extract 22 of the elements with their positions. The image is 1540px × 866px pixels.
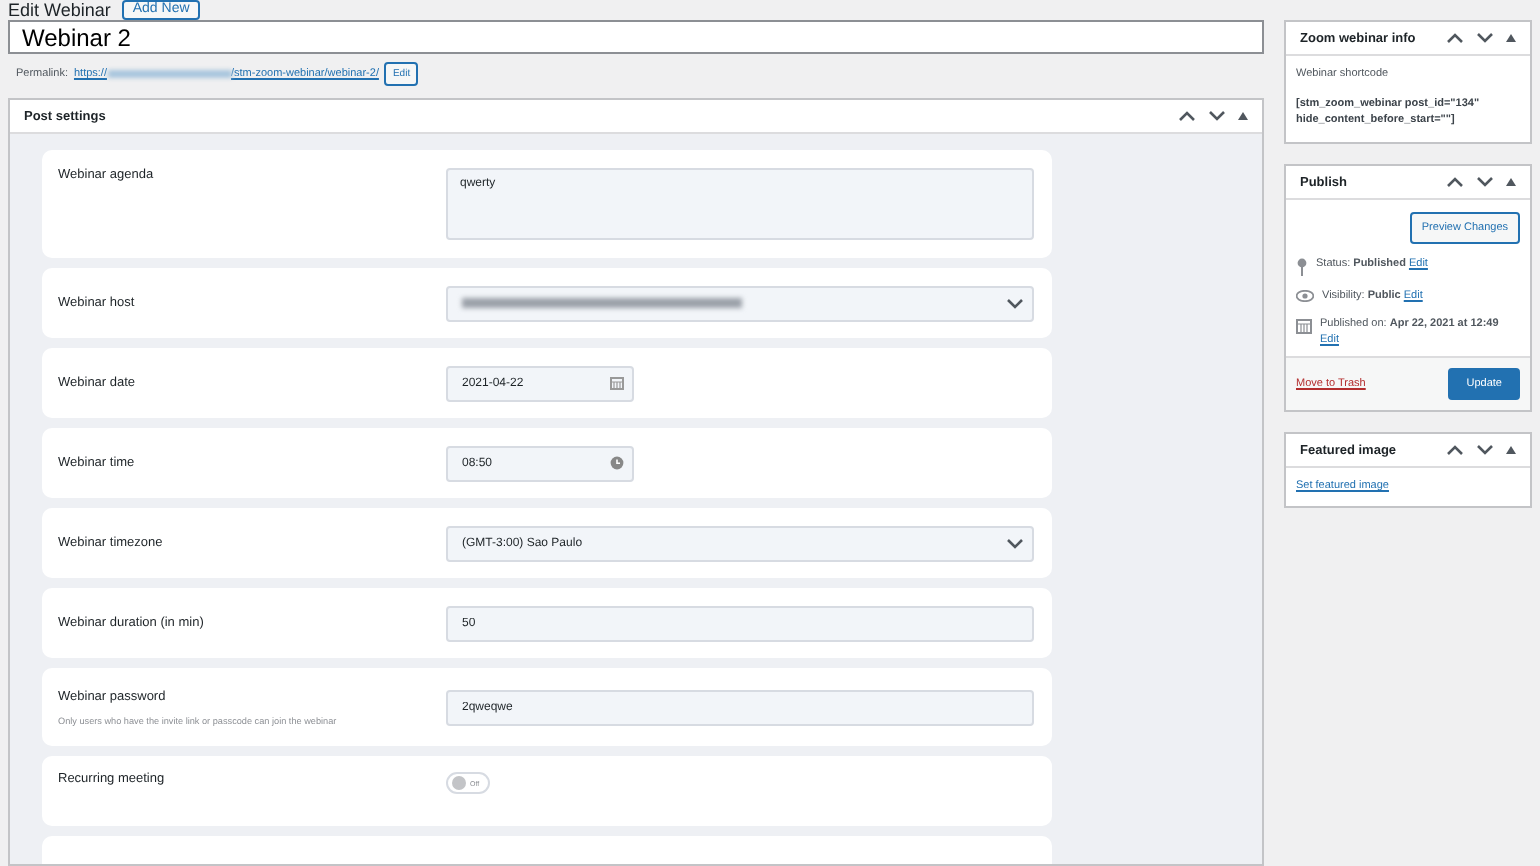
page-title: Edit Webinar — [8, 0, 111, 20]
chevron-up-icon — [1446, 444, 1464, 456]
triangle-up-icon — [1506, 34, 1516, 42]
calendar-icon — [1296, 318, 1312, 334]
chevron-down-icon — [1476, 176, 1494, 188]
chevron-down-icon — [1476, 444, 1494, 456]
triangle-up-icon — [1506, 446, 1516, 454]
chevron-up-icon — [1446, 32, 1464, 44]
title-field[interactable]: Webinar 2 — [8, 20, 1264, 54]
calendar-icon — [610, 376, 624, 390]
select-field[interactable] — [446, 285, 1034, 321]
triangle-up-icon — [1506, 178, 1516, 186]
pin-icon — [1296, 258, 1308, 276]
chevron-up-icon — [1178, 110, 1196, 122]
chevron-down-icon — [1006, 537, 1024, 549]
chevron-up-icon — [1446, 176, 1464, 188]
chevron-down-icon — [1208, 110, 1226, 122]
triangle-up-icon — [1238, 112, 1248, 120]
eye-icon — [1296, 290, 1314, 302]
chevron-down-icon — [1476, 32, 1494, 44]
chevron-down-icon — [1006, 297, 1024, 309]
clock-icon — [610, 456, 624, 470]
